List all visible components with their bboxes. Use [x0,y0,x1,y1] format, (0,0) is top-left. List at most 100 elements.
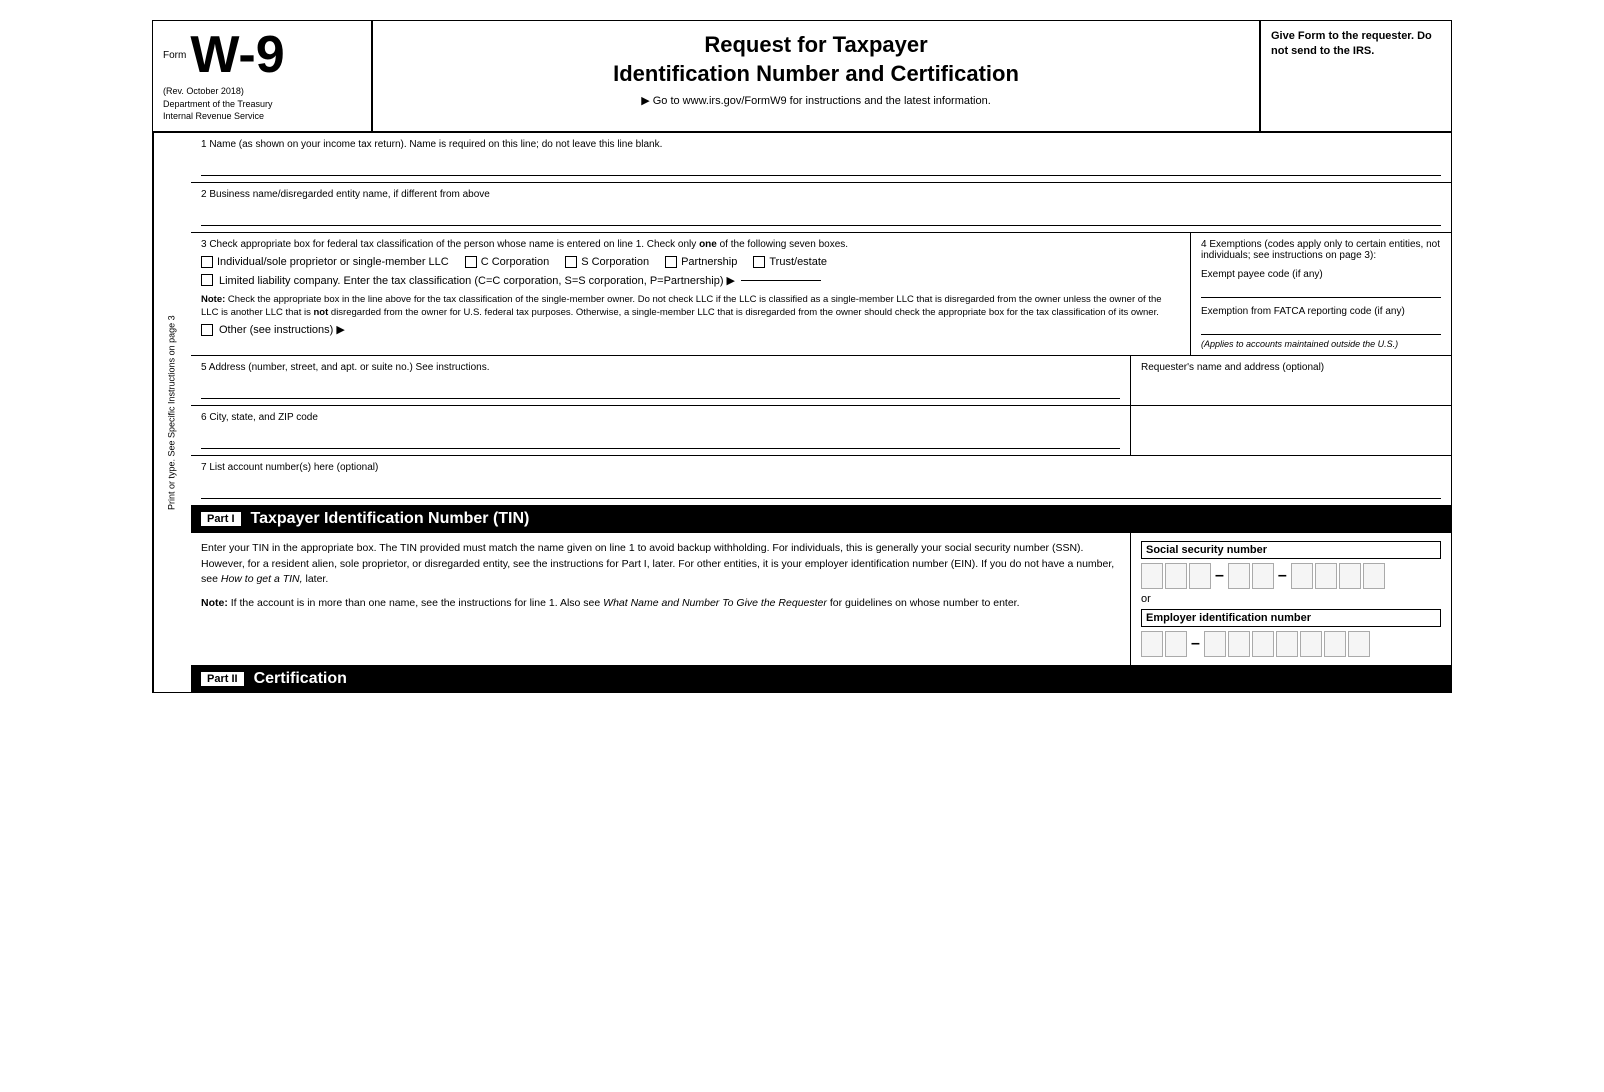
ein-cell-6[interactable] [1276,631,1298,657]
line3-one: one [699,239,717,250]
c-corp-checkbox-item: C Corporation [465,256,549,268]
line5-input[interactable] [201,377,1120,399]
ein-cell-5[interactable] [1252,631,1274,657]
exempt-payee-label: Exempt payee code (if any) [1201,269,1441,280]
ein-grid: – [1141,631,1441,657]
other-label: Other (see instructions) ▶ [219,323,345,336]
part2-title: Certification [254,670,347,688]
line2-input[interactable] [201,204,1441,226]
part1-badge: Part I [201,512,241,526]
ssn-cell-7[interactable] [1315,563,1337,589]
line7-row: 7 List account number(s) here (optional) [191,456,1451,506]
line6-label: 6 City, state, and ZIP code [201,412,1120,423]
form-w9-number: W-9 [190,29,284,81]
ein-cell-7[interactable] [1300,631,1322,657]
line6-input[interactable] [201,427,1120,449]
ein-dash: – [1191,635,1200,653]
line7-label: 7 List account number(s) here (optional) [201,462,1441,473]
exempt-payee-input[interactable] [1201,282,1441,298]
fatca-input[interactable] [1201,319,1441,335]
ssn-cell-1[interactable] [1141,563,1163,589]
ein-cell-1[interactable] [1141,631,1163,657]
ssn-segment-1 [1141,563,1211,589]
trust-label: Trust/estate [769,256,827,268]
line2-row: 2 Business name/disregarded entity name,… [191,183,1451,233]
part1-header: Part I Taxpayer Identification Number (T… [191,506,1451,533]
tax-classification-checkboxes: Individual/sole proprietor or single-mem… [201,256,1180,268]
w9-form: Form W-9 (Rev. October 2018) Department … [152,20,1452,693]
exemptions-label: 4 Exemptions (codes apply only to certai… [1201,239,1441,261]
s-corp-checkbox[interactable] [565,256,577,268]
trust-checkbox[interactable] [753,256,765,268]
applies-note: (Applies to accounts maintained outside … [1201,339,1441,349]
c-corp-checkbox[interactable] [465,256,477,268]
part1-title: Taxpayer Identification Number (TIN) [251,510,530,528]
header-center: Request for Taxpayer Identification Numb… [373,21,1261,131]
requester-label: Requester's name and address (optional) [1141,362,1441,373]
ein-segment-2 [1204,631,1370,657]
line1-input[interactable] [201,154,1441,176]
ssn-dash-2: – [1278,567,1287,585]
line5-left: 5 Address (number, street, and apt. or s… [191,356,1131,405]
part2-header: Part II Certification [191,666,1451,692]
line3-label: 3 Check appropriate box for federal tax … [201,239,1180,250]
ein-cell-4[interactable] [1228,631,1250,657]
fatca-label: Exemption from FATCA reporting code (if … [1201,306,1441,317]
requester-address-area [1131,406,1451,455]
ssn-cell-5[interactable] [1252,563,1274,589]
requester-section: Requester's name and address (optional) [1131,356,1451,405]
other-checkbox[interactable] [201,324,213,336]
llc-input[interactable] [741,280,821,281]
ein-cell-3[interactable] [1204,631,1226,657]
goto-text: ▶ Go to www.irs.gov/FormW9 for instructi… [393,94,1239,107]
c-corp-label: C Corporation [481,256,549,268]
part2-badge: Part II [201,672,244,686]
line1-label: 1 Name (as shown on your income tax retu… [201,139,1441,150]
header-right: Give Form to the requester. Do not send … [1261,21,1451,131]
line5-label: 5 Address (number, street, and apt. or s… [201,362,1120,373]
line6-left: 6 City, state, and ZIP code [191,406,1131,455]
llc-label: Limited liability company. Enter the tax… [219,274,735,287]
line3-label-text: 3 Check appropriate box for federal tax … [201,239,696,250]
ein-cell-2[interactable] [1165,631,1187,657]
individual-checkbox[interactable] [201,256,213,268]
partnership-label: Partnership [681,256,737,268]
revision: (Rev. October 2018) Department of the Tr… [163,85,361,123]
ssn-segment-2 [1228,563,1274,589]
s-corp-label: S Corporation [581,256,649,268]
partnership-checkbox[interactable] [665,256,677,268]
other-row: Other (see instructions) ▶ [201,323,1180,336]
ssn-cell-3[interactable] [1189,563,1211,589]
or-text: or [1141,593,1441,605]
line3-exemptions-wrapper: 3 Check appropriate box for federal tax … [191,233,1451,356]
part1-instructions: Enter your TIN in the appropriate box. T… [191,533,1131,665]
form-header: Form W-9 (Rev. October 2018) Department … [153,21,1451,133]
header-left: Form W-9 (Rev. October 2018) Department … [153,21,373,131]
part1-body-text: Enter your TIN in the appropriate box. T… [201,541,1120,588]
ein-segment-1 [1141,631,1187,657]
llc-checkbox[interactable] [201,274,213,286]
ssn-cell-4[interactable] [1228,563,1250,589]
sidebar-instructions: Print or type. See Specific Instructions… [153,133,191,692]
individual-checkbox-item: Individual/sole proprietor or single-mem… [201,256,449,268]
line1-row: 1 Name (as shown on your income tax retu… [191,133,1451,183]
ssn-cell-9[interactable] [1363,563,1385,589]
ssn-cell-2[interactable] [1165,563,1187,589]
ssn-grid: – – [1141,563,1441,589]
form-content: 1 Name (as shown on your income tax retu… [191,133,1451,692]
part1-tin-boxes: Social security number – – [1131,533,1451,665]
part1-body: Enter your TIN in the appropriate box. T… [191,533,1451,666]
line3-left: 3 Check appropriate box for federal tax … [191,233,1191,355]
line3-label-end: of the following seven boxes. [720,239,848,250]
line2-label: 2 Business name/disregarded entity name,… [201,189,1441,200]
ssn-dash-1: – [1215,567,1224,585]
form-label: Form [163,50,186,61]
line7-input[interactable] [201,477,1441,499]
ssn-cell-8[interactable] [1339,563,1361,589]
exempt-payee-section: Exempt payee code (if any) [1201,269,1441,298]
main-body: Print or type. See Specific Instructions… [153,133,1451,692]
ssn-cell-6[interactable] [1291,563,1313,589]
ein-cell-8[interactable] [1324,631,1346,657]
line6-wrapper: 6 City, state, and ZIP code [191,406,1451,456]
ein-cell-9[interactable] [1348,631,1370,657]
